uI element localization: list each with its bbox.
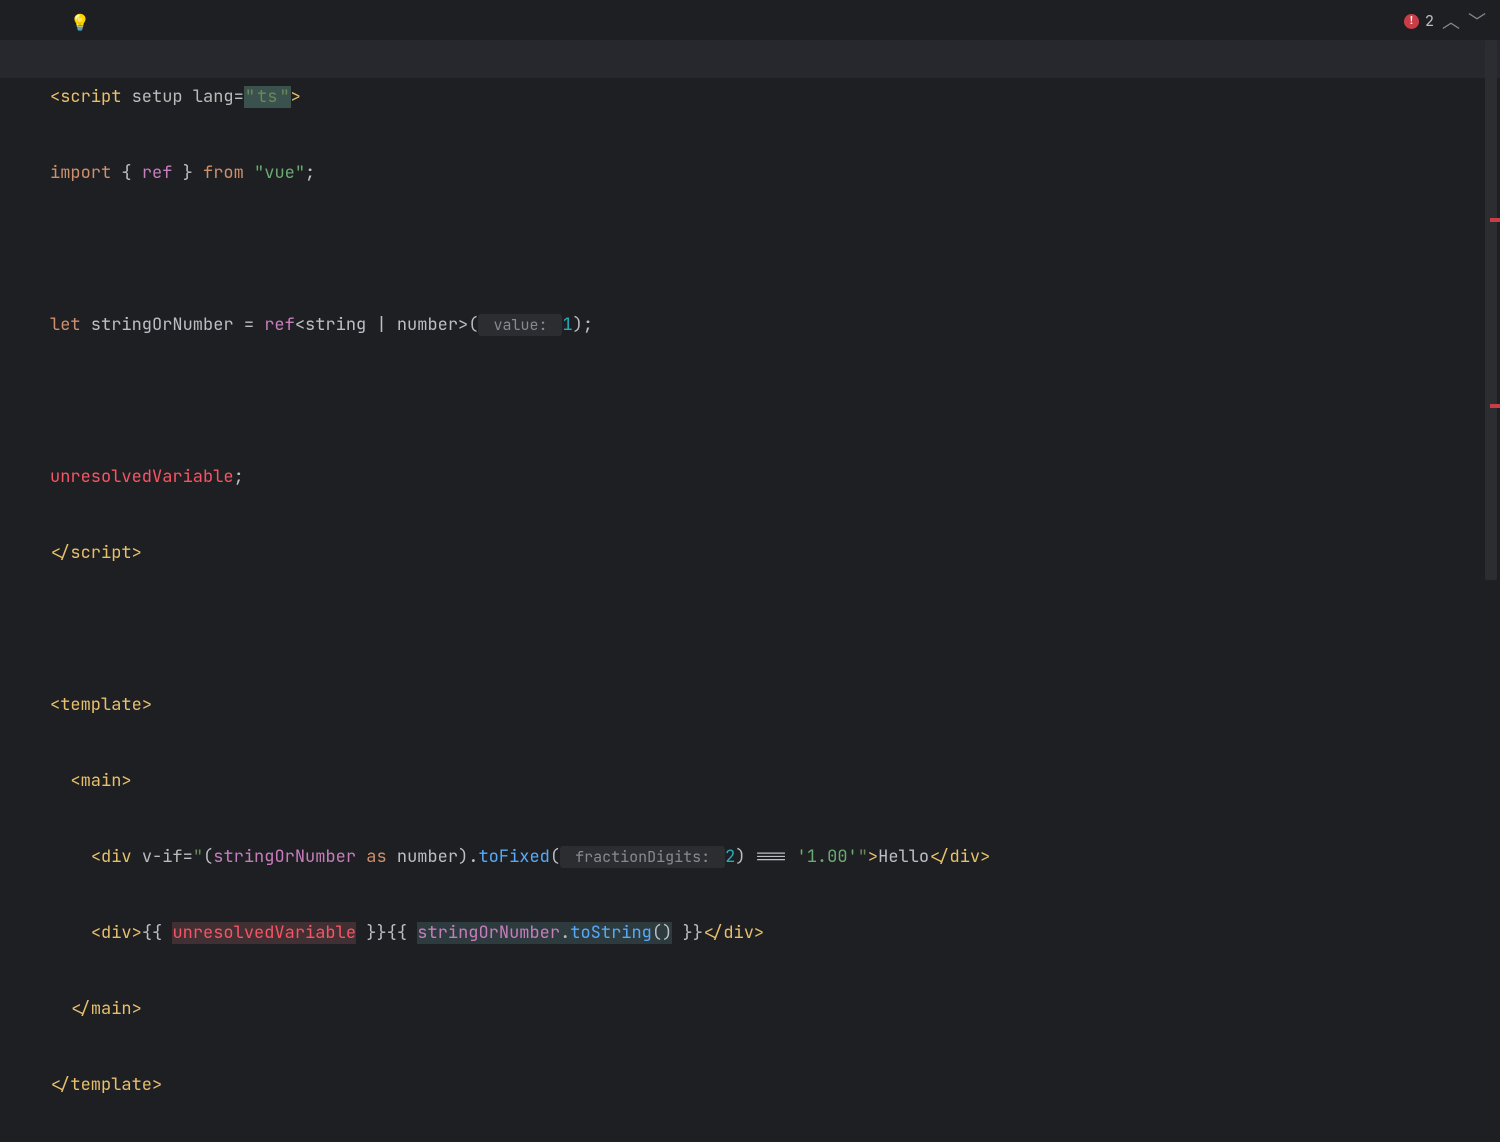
lightbulb-icon[interactable]: 💡 bbox=[70, 12, 90, 33]
error-icon: ! bbox=[1404, 14, 1419, 29]
code-line: <script setup lang="ts"> bbox=[50, 78, 1480, 116]
code-line: </template> bbox=[50, 1066, 1480, 1104]
prev-error-button[interactable]: ︿ bbox=[1442, 8, 1460, 34]
inlay-hint: value: bbox=[478, 314, 562, 336]
code-line: <div>{{ unresolvedVariable }}{{ stringOr… bbox=[50, 914, 1480, 952]
error-count: 2 bbox=[1425, 11, 1434, 31]
code-line bbox=[50, 610, 1480, 648]
error-token: unresolvedVariable bbox=[50, 466, 234, 488]
error-badge[interactable]: ! 2 bbox=[1404, 11, 1434, 31]
code-editor[interactable]: <script setup lang="ts"> import { ref } … bbox=[50, 40, 1480, 1142]
code-line: <div v-if="(stringOrNumber as number).to… bbox=[50, 838, 1480, 876]
code-line bbox=[50, 230, 1480, 268]
error-marker[interactable] bbox=[1490, 404, 1500, 408]
code-line: </script> bbox=[50, 534, 1480, 572]
code-line: <main> bbox=[50, 762, 1480, 800]
code-line: </main> bbox=[50, 990, 1480, 1028]
code-line bbox=[50, 382, 1480, 420]
inspection-bar: ! 2 ︿ ﹀ bbox=[1404, 8, 1486, 34]
error-marker[interactable] bbox=[1490, 218, 1500, 222]
code-line: let stringOrNumber = ref<string | number… bbox=[50, 306, 1480, 344]
inlay-hint: fractionDigits: bbox=[560, 846, 725, 868]
next-error-button[interactable]: ﹀ bbox=[1468, 8, 1486, 34]
code-line: unresolvedVariable; bbox=[50, 458, 1480, 496]
error-token: unresolvedVariable bbox=[172, 922, 356, 944]
code-line: <template> bbox=[50, 686, 1480, 724]
scrollbar[interactable] bbox=[1485, 40, 1497, 580]
code-line: import { ref } from "vue"; bbox=[50, 154, 1480, 192]
